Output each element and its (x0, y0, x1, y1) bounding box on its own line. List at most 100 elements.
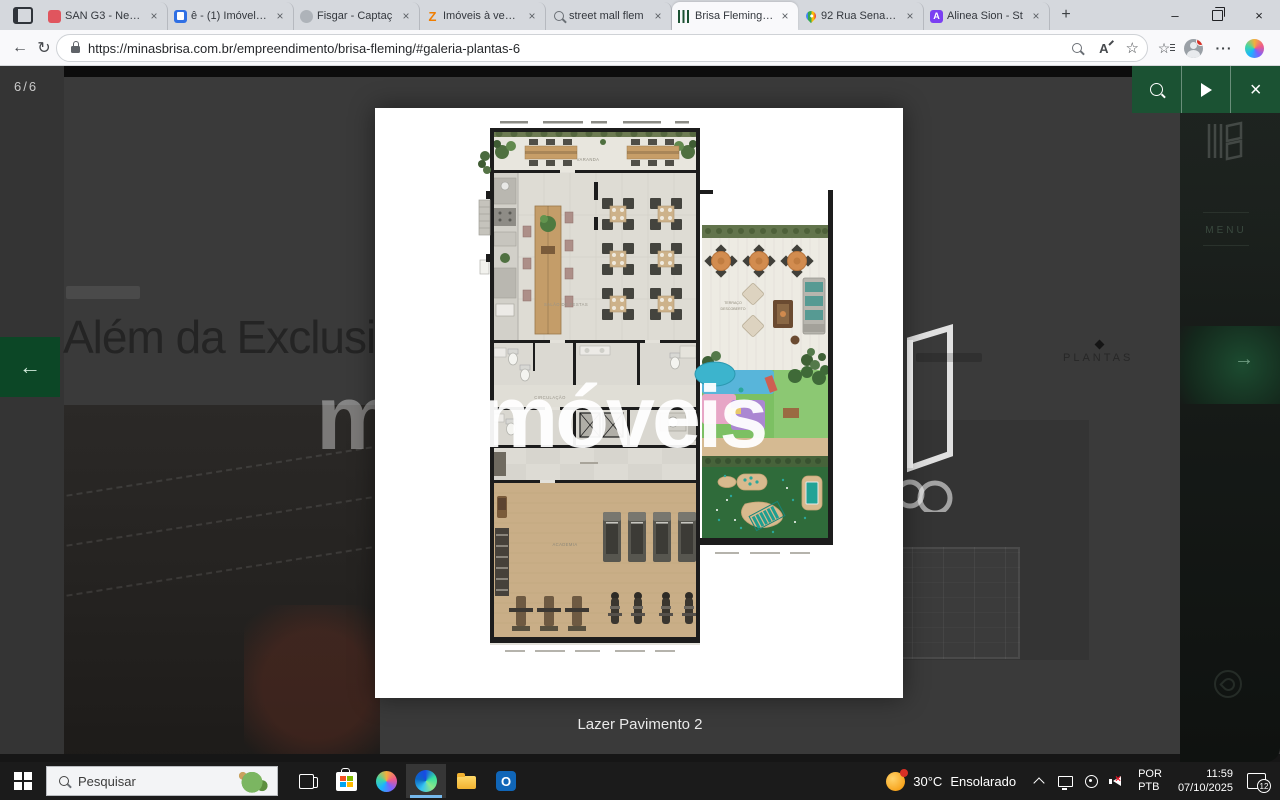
minimize-button[interactable]: – (1154, 0, 1196, 30)
search-icon (59, 776, 69, 786)
favicon-brisa (678, 10, 691, 23)
read-aloud-icon[interactable]: A (1099, 41, 1108, 56)
favicon-san-g3 (48, 10, 61, 23)
ellipsis-icon: ··· (1216, 40, 1233, 56)
menu-label: MENU (1205, 225, 1246, 236)
tab-close-icon[interactable]: × (651, 9, 665, 23)
tab-close-icon[interactable]: × (399, 9, 413, 23)
system-tray: 30°C Ensolarado POR PTB 11:59 07/10/2025… (876, 762, 1280, 800)
volume-muted-icon[interactable] (1106, 762, 1128, 800)
restore-icon (1212, 10, 1223, 21)
nav-item-plantas[interactable]: PLANTAS (1063, 352, 1133, 364)
gallery-counter: 6/6 (14, 79, 38, 94)
notification-dot (1196, 39, 1203, 46)
language-indicator[interactable]: POR PTB (1130, 768, 1170, 794)
tab-brisa-fleming-active[interactable]: Brisa Fleming | M × (672, 2, 798, 30)
tab-close-icon[interactable]: × (778, 9, 792, 23)
weather-desc: Ensolarado (950, 774, 1016, 789)
edge-icon (415, 770, 437, 792)
network-icon[interactable] (1054, 762, 1076, 800)
tab-alinea[interactable]: A Alinea Sion - St × (924, 2, 1050, 30)
favicon-search-icon (552, 10, 565, 23)
task-view-icon (299, 774, 314, 789)
restore-button[interactable] (1196, 0, 1238, 30)
window-controls: – × (1154, 0, 1280, 30)
tab-street-mall[interactable]: street mall flem × (546, 2, 672, 30)
gym-area: ACADEMIA (492, 483, 698, 637)
tab-close-icon[interactable]: × (903, 9, 917, 23)
weather-temp: 30°C (913, 774, 942, 789)
tab-close-icon[interactable]: × (525, 9, 539, 23)
outlook-button[interactable]: O (486, 764, 526, 798)
back-button[interactable]: ← (8, 37, 32, 59)
gallery-zoom-button[interactable] (1132, 66, 1181, 113)
tab-actions-icon[interactable] (8, 2, 38, 28)
folder-icon (457, 776, 476, 789)
whatsapp-icon[interactable] (1214, 670, 1242, 698)
tab-close-icon[interactable]: × (273, 9, 287, 23)
tab-title: Imóveis à venda (443, 10, 521, 22)
settings-menu-icon[interactable]: ··· (1212, 37, 1236, 59)
favorites-hub-icon[interactable]: ☆ (1152, 37, 1176, 59)
clock-time: 11:59 (1178, 767, 1233, 781)
lang-line1: POR (1138, 768, 1162, 781)
remote-session-icon[interactable] (1080, 762, 1102, 800)
windows-taskbar: Pesquisar O 30°C Ensolarado (0, 762, 1280, 800)
label-academia: ACADEMIA (552, 542, 577, 547)
address-bar[interactable]: https://minasbrisa.com.br/empreendimento… (56, 34, 1148, 62)
tray-expand-chevron[interactable] (1028, 762, 1050, 800)
close-window-button[interactable]: × (1238, 0, 1280, 30)
tab-close-icon[interactable]: × (1029, 9, 1043, 23)
weather-widget[interactable]: 30°C Ensolarado (876, 772, 1026, 791)
label-varanda: VARANDA (577, 157, 600, 162)
reload-button[interactable]: ↻ (32, 37, 56, 59)
tab-title: SAN G3 - Netim (65, 10, 143, 22)
gallery-close-button[interactable]: × (1230, 66, 1280, 113)
new-tab-button[interactable]: + (1054, 3, 1078, 27)
gallery-controls: × (1132, 66, 1280, 113)
kitchen-strip (492, 173, 518, 340)
section-badge (66, 286, 140, 299)
edge-taskbar-button[interactable] (406, 764, 446, 798)
copilot-icon (376, 771, 397, 792)
outlook-icon: O (496, 771, 516, 791)
weather-alert-dot (900, 769, 908, 777)
task-view-button[interactable] (286, 764, 326, 798)
browser-tab-bar: SAN G3 - Netim × ê - (1) Imóvel se × Fis… (0, 0, 1280, 30)
tab-fisgar[interactable]: Fisgar - Captaç × (294, 2, 420, 30)
prev-arrow-button[interactable]: ← (0, 337, 60, 397)
tab-imovel[interactable]: ê - (1) Imóvel se × (168, 2, 294, 30)
tab-san-g3[interactable]: SAN G3 - Netim × (42, 2, 168, 30)
taskbar-clock[interactable]: 11:59 07/10/2025 (1170, 767, 1241, 795)
notification-center-button[interactable]: 12 (1247, 773, 1266, 789)
gallery-play-button[interactable] (1181, 66, 1231, 113)
file-explorer-button[interactable] (446, 764, 486, 798)
search-daily-image (229, 768, 275, 794)
tab-zap-imoveis[interactable]: Z Imóveis à venda × (420, 2, 546, 30)
next-arrow-button[interactable]: → (1234, 348, 1254, 371)
section-heading: Além da Exclusiv (63, 310, 397, 364)
nav-item-dimmed[interactable] (916, 353, 982, 362)
tab-maps[interactable]: 92 Rua Sena Ma × (798, 2, 924, 30)
site-logo-icon (1205, 118, 1247, 164)
start-button[interactable] (0, 762, 46, 800)
zoom-icon[interactable] (1072, 43, 1082, 53)
tab-actions-glyph (13, 7, 33, 24)
taskbar-search-input[interactable]: Pesquisar (46, 766, 278, 796)
copilot-taskbar-button[interactable] (366, 764, 406, 798)
microsoft-store-button[interactable] (326, 764, 366, 798)
copilot-icon[interactable] (1242, 37, 1266, 59)
favorite-star-icon[interactable]: ☆ (1126, 39, 1139, 57)
url-text[interactable]: https://minasbrisa.com.br/empreendimento… (88, 41, 520, 56)
nav-diamond-icon (1095, 340, 1105, 350)
profile-avatar[interactable] (1181, 37, 1205, 59)
map-pin-icon (803, 9, 817, 23)
label-salao: SALÃO DE FESTAS (544, 302, 588, 307)
notification-badge: 12 (1257, 779, 1271, 793)
menu-button[interactable]: MENU (1203, 212, 1249, 246)
lightbox-image[interactable]: VARANDA (375, 108, 903, 698)
tab-close-icon[interactable]: × (147, 9, 161, 23)
favicon-fisgar (300, 10, 313, 23)
tab-title: ê - (1) Imóvel se (191, 10, 269, 22)
search-placeholder: Pesquisar (78, 774, 136, 789)
